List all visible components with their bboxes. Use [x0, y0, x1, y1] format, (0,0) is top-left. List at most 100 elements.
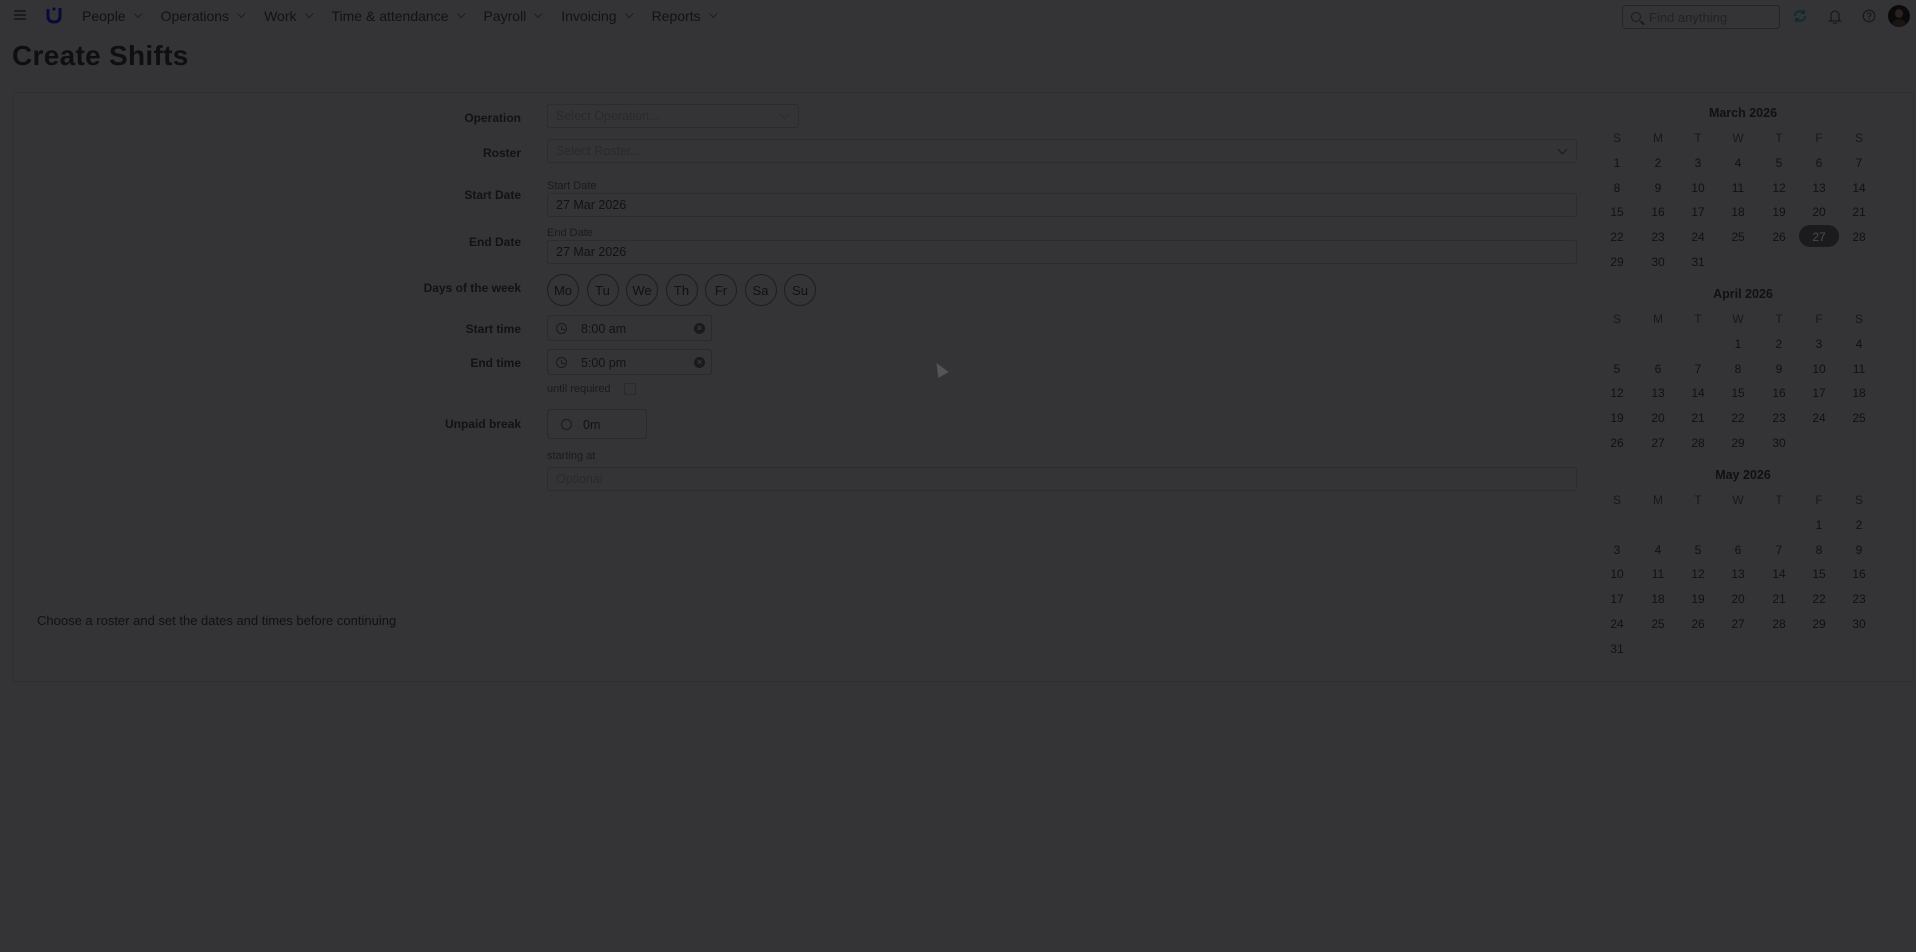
calendar-day[interactable]: 17	[1680, 205, 1716, 219]
unpaid-break-input[interactable]: 0m	[547, 409, 647, 439]
calendar-day[interactable]: 13	[1720, 567, 1756, 581]
end-date-input[interactable]: 27 Mar 2026	[547, 240, 1577, 264]
calendar-day[interactable]: 25	[1640, 617, 1676, 631]
calendar-day[interactable]: 21	[1680, 411, 1716, 425]
calendar-day[interactable]: 5	[1599, 362, 1635, 376]
calendar-day[interactable]: 28	[1841, 230, 1877, 244]
starting-at-input[interactable]: Optional	[547, 467, 1577, 491]
calendar-day[interactable]: 29	[1599, 255, 1635, 269]
calendar-day[interactable]: 5	[1761, 156, 1797, 170]
calendar-day[interactable]: 26	[1680, 617, 1716, 631]
calendar-day[interactable]: 14	[1680, 386, 1716, 400]
calendar-day[interactable]: 2	[1841, 518, 1877, 532]
sync-icon[interactable]	[1792, 8, 1808, 24]
clear-icon[interactable]: ×	[694, 323, 705, 334]
calendar-day[interactable]: 22	[1720, 411, 1756, 425]
nav-item-operations[interactable]: Operations	[161, 8, 246, 24]
calendar-day[interactable]: 17	[1599, 592, 1635, 606]
user-avatar[interactable]	[1888, 5, 1910, 27]
calendar-day[interactable]: 14	[1761, 567, 1797, 581]
nav-item-invoicing[interactable]: Invoicing	[561, 8, 633, 24]
calendar-day[interactable]: 10	[1801, 362, 1837, 376]
calendar-day[interactable]: 22	[1599, 230, 1635, 244]
calendar-day[interactable]: 16	[1761, 386, 1797, 400]
calendar-day[interactable]: 8	[1599, 181, 1635, 195]
calendar-day[interactable]: 30	[1761, 436, 1797, 450]
calendar-day[interactable]: 19	[1599, 411, 1635, 425]
calendar-day[interactable]: 2	[1761, 337, 1797, 351]
calendar-day[interactable]: 9	[1761, 362, 1797, 376]
search-input[interactable]	[1649, 9, 1779, 25]
operation-select[interactable]: Select Operation...	[547, 104, 799, 128]
calendar-day[interactable]: 9	[1640, 181, 1676, 195]
calendar-day[interactable]: 3	[1680, 156, 1716, 170]
calendar-day[interactable]: 23	[1640, 230, 1676, 244]
nav-item-time-attendance[interactable]: Time & attendance	[332, 8, 465, 24]
calendar-day[interactable]: 25	[1720, 230, 1756, 244]
calendar-day[interactable]: 18	[1720, 205, 1756, 219]
calendar-day[interactable]: 23	[1761, 411, 1797, 425]
calendar-day[interactable]: 10	[1680, 181, 1716, 195]
calendar-day[interactable]: 16	[1640, 205, 1676, 219]
until-required-checkbox[interactable]	[624, 383, 636, 395]
day-toggle-mo[interactable]: Mo	[547, 274, 579, 306]
calendar-day[interactable]: 15	[1801, 567, 1837, 581]
calendar-day[interactable]: 4	[1640, 543, 1676, 557]
hamburger-icon[interactable]	[14, 10, 26, 20]
calendar-day[interactable]: 18	[1841, 386, 1877, 400]
calendar-day[interactable]: 8	[1801, 543, 1837, 557]
calendar-day[interactable]: 16	[1841, 567, 1877, 581]
day-toggle-su[interactable]: Su	[784, 274, 816, 306]
calendar-day[interactable]: 8	[1720, 362, 1756, 376]
calendar-day[interactable]: 1	[1599, 156, 1635, 170]
help-icon[interactable]	[1861, 8, 1877, 24]
calendar-day[interactable]: 20	[1640, 411, 1676, 425]
calendar-day[interactable]: 12	[1761, 181, 1797, 195]
nav-item-payroll[interactable]: Payroll	[484, 8, 543, 24]
nav-item-people[interactable]: People	[82, 8, 142, 24]
calendar-day[interactable]: 26	[1761, 230, 1797, 244]
calendar-day[interactable]: 21	[1761, 592, 1797, 606]
calendar-day[interactable]: 15	[1720, 386, 1756, 400]
calendar-day[interactable]: 9	[1841, 543, 1877, 557]
calendar-day[interactable]: 4	[1720, 156, 1756, 170]
calendar-day[interactable]: 6	[1720, 543, 1756, 557]
calendar-day[interactable]: 1	[1801, 518, 1837, 532]
day-toggle-tu[interactable]: Tu	[586, 274, 619, 306]
calendar-day[interactable]: 11	[1841, 362, 1877, 376]
calendar-day[interactable]: 5	[1680, 543, 1716, 557]
calendar-day[interactable]: 24	[1599, 617, 1635, 631]
calendar-day[interactable]: 21	[1841, 205, 1877, 219]
calendar-day[interactable]: 12	[1680, 567, 1716, 581]
calendar-day[interactable]: 18	[1640, 592, 1676, 606]
calendar-day[interactable]: 27	[1640, 436, 1676, 450]
calendar-day[interactable]: 26	[1599, 436, 1635, 450]
calendar-day[interactable]: 11	[1640, 567, 1676, 581]
calendar-day[interactable]: 22	[1801, 592, 1837, 606]
calendar-day[interactable]: 7	[1841, 156, 1877, 170]
calendar-day[interactable]: 27	[1801, 230, 1837, 244]
end-time-input[interactable]: 5:00 pm ×	[547, 349, 712, 375]
calendar-day[interactable]: 13	[1801, 181, 1837, 195]
calendar-day[interactable]: 31	[1599, 642, 1635, 656]
calendar-day[interactable]: 15	[1599, 205, 1635, 219]
bell-icon[interactable]	[1827, 8, 1843, 24]
calendar-day[interactable]: 20	[1720, 592, 1756, 606]
clear-icon[interactable]: ×	[694, 357, 705, 368]
day-toggle-sa[interactable]: Sa	[744, 274, 777, 306]
calendar-day[interactable]: 23	[1841, 592, 1877, 606]
calendar-day[interactable]: 25	[1841, 411, 1877, 425]
calendar-day[interactable]: 4	[1841, 337, 1877, 351]
calendar-day[interactable]: 24	[1801, 411, 1837, 425]
day-toggle-th[interactable]: Th	[665, 274, 698, 306]
calendar-day[interactable]: 13	[1640, 386, 1676, 400]
calendar-day[interactable]: 3	[1801, 337, 1837, 351]
calendar-day[interactable]: 27	[1720, 617, 1756, 631]
calendar-day[interactable]: 11	[1720, 181, 1756, 195]
calendar-day[interactable]: 17	[1801, 386, 1837, 400]
calendar-day[interactable]: 30	[1640, 255, 1676, 269]
roster-select[interactable]: Select Roster...	[547, 139, 1577, 163]
calendar-day[interactable]: 29	[1720, 436, 1756, 450]
day-toggle-we[interactable]: We	[626, 274, 658, 306]
calendar-day[interactable]: 19	[1761, 205, 1797, 219]
